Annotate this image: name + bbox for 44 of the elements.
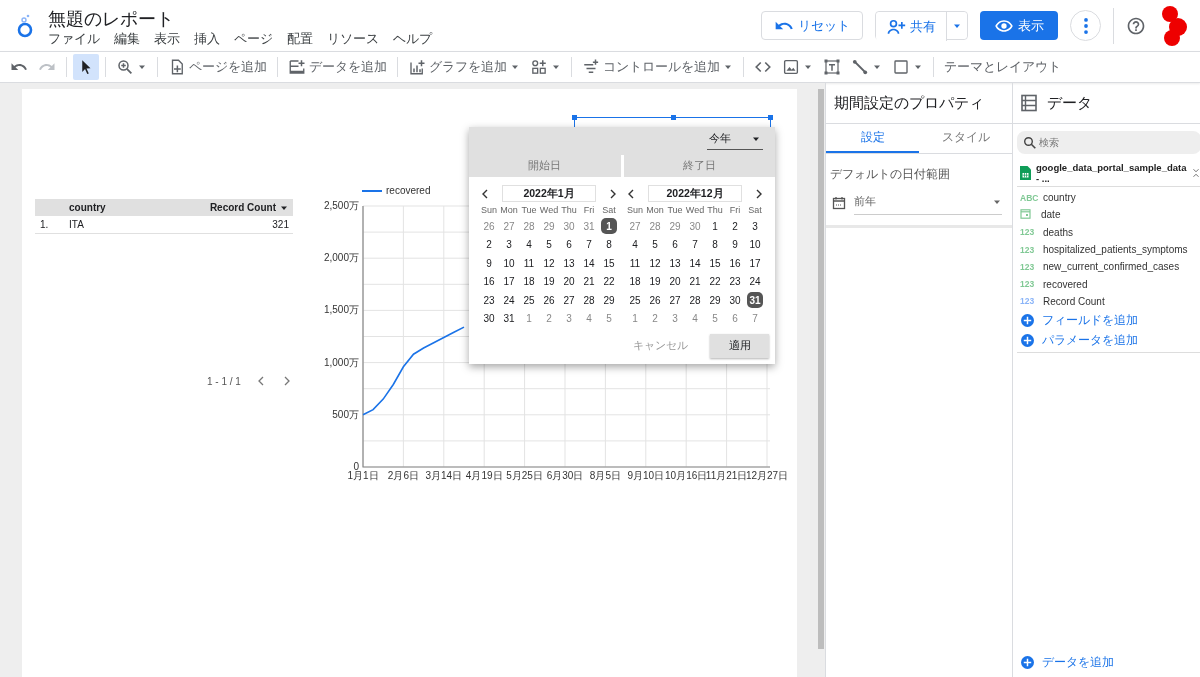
axis-label: 1月1日 [347, 470, 379, 481]
axis-label: 9月10日 [627, 470, 665, 481]
axis-label: 6月30日 [546, 470, 584, 481]
weekday-label: Mon [645, 205, 665, 217]
axis-label: 4月19日 [465, 470, 503, 481]
axis-label: 0 [353, 461, 359, 472]
axis-label: 11月21日 [705, 470, 748, 481]
legend-label: recovered [386, 185, 431, 196]
panel-title: 期間設定のプロパティ [826, 83, 1012, 124]
axis-label: 1,000万 [323, 356, 359, 368]
table-cell-text: 321 [272, 219, 290, 230]
page-count: 1 - 1 / 1 [207, 375, 241, 387]
weekday-label: Fri [582, 205, 596, 217]
weekday-label: Thu [706, 205, 724, 217]
axis-label: 500万 [332, 408, 359, 420]
field-type-label: 123 [1019, 296, 1036, 307]
weekday-label: Mon [499, 205, 519, 217]
axis-label: 2月6日 [387, 470, 419, 481]
axis-label: 5月25日 [506, 470, 543, 481]
weekday-label: Wed [685, 205, 705, 217]
weekday-label: Sun [480, 205, 498, 217]
row-number: 1. [39, 219, 50, 230]
panel-title: データ [1047, 93, 1092, 113]
table-cell-text: ITA [69, 219, 85, 230]
weekday-label: Sun [626, 205, 644, 217]
axis-label: 2,000万 [323, 252, 359, 264]
weekday-label: Fri [728, 205, 742, 217]
axis-label: 3月14日 [425, 470, 463, 481]
weekday-label: Sat [747, 205, 763, 217]
axis-label: 12月27日 [745, 470, 789, 481]
weekday-label: Wed [539, 205, 559, 217]
axis-label: 8月5日 [589, 470, 621, 481]
field-type-label: 123 [1019, 244, 1036, 255]
field-type-label: 123 [1019, 279, 1036, 290]
field-type-label: ABC [1019, 192, 1040, 203]
axis-label: 1,500万 [323, 304, 359, 316]
weekday-label: Thu [560, 205, 578, 217]
weekday-label: Tue [666, 205, 684, 217]
section-label: デフォルトの日付範囲 [829, 166, 951, 183]
weekday-label: Sat [601, 205, 617, 217]
weekday-label: Tue [520, 205, 538, 217]
field-type-label: 123 [1019, 227, 1036, 238]
axis-label: 2,500万 [323, 200, 359, 211]
field-type-label: 123 [1019, 261, 1036, 272]
